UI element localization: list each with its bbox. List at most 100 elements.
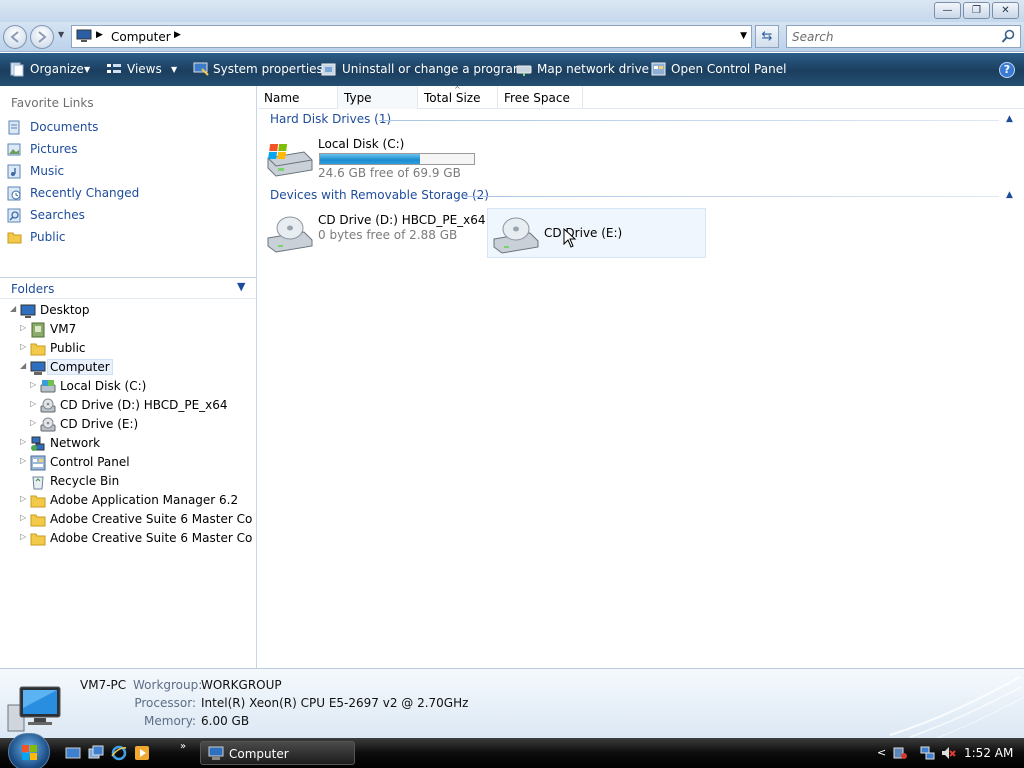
maximize-button[interactable]: ❐ <box>963 2 990 19</box>
collapsed-arrow-icon[interactable]: ▷ <box>20 456 26 465</box>
tree-item-vm7[interactable]: ▷ VM7 <box>20 321 250 340</box>
show-desktop-icon[interactable] <box>65 745 81 761</box>
collapsed-arrow-icon[interactable]: ▷ <box>20 437 26 446</box>
open-control-panel-button[interactable]: Open Control Panel <box>651 62 786 80</box>
collapse-group-icon[interactable]: ▲ <box>1006 114 1013 124</box>
folder-icon <box>30 495 46 508</box>
computer-icon <box>7 686 61 732</box>
favorite-recently-changed[interactable]: Recently Changed <box>7 185 147 203</box>
folder-icon <box>30 343 46 356</box>
favorite-searches[interactable]: Searches <box>7 207 127 225</box>
map-network-drive-icon <box>516 65 532 76</box>
tree-item-public[interactable]: ▷ Public <box>20 340 250 359</box>
computer-icon <box>30 361 46 375</box>
start-button[interactable] <box>8 733 50 768</box>
address-bar[interactable]: ▶ Computer ▶ ▼ <box>71 25 752 48</box>
column-total-size[interactable]: Total Size <box>418 86 498 109</box>
tree-item-computer[interactable]: ◢ Computer <box>20 359 250 378</box>
collapsed-arrow-icon[interactable]: ▷ <box>20 342 26 351</box>
group-hard-disk-drives[interactable]: Hard Disk Drives (1) <box>270 112 391 130</box>
volume-muted-icon[interactable] <box>940 745 956 761</box>
help-icon[interactable]: ? <box>999 62 1015 78</box>
collapsed-arrow-icon[interactable]: ▷ <box>30 418 36 427</box>
device-tray-icon[interactable] <box>892 745 908 761</box>
tree-item-local-disk-c[interactable]: ▷ Local Disk (C:) <box>30 378 250 397</box>
recently-changed-icon <box>7 186 21 201</box>
documents-icon <box>8 120 20 135</box>
windows-logo-icon <box>22 745 37 760</box>
tree-item-adobe-creative-suite-2[interactable]: ▷ Adobe Creative Suite 6 Master Collecti <box>20 530 252 549</box>
back-button[interactable] <box>3 25 27 49</box>
cd-drive-icon <box>267 216 313 253</box>
tree-item-desktop[interactable]: ◢ Desktop <box>10 302 250 321</box>
internet-explorer-icon[interactable] <box>111 745 127 761</box>
collapsed-arrow-icon[interactable]: ▷ <box>20 513 26 522</box>
favorite-pictures[interactable]: Pictures <box>7 141 127 159</box>
tree-item-adobe-application-manager[interactable]: ▷ Adobe Application Manager 6.2 <box>20 492 252 511</box>
breadcrumb-separator-icon[interactable]: ▶ <box>174 30 181 40</box>
favorite-links-header: Favorite Links <box>11 96 94 110</box>
close-button[interactable]: ✕ <box>992 2 1019 19</box>
expanded-arrow-icon[interactable]: ◢ <box>20 361 26 370</box>
expanded-arrow-icon[interactable]: ◢ <box>10 304 16 313</box>
media-player-icon[interactable] <box>134 745 150 761</box>
collapsed-arrow-icon[interactable]: ▷ <box>20 532 26 541</box>
favorite-documents[interactable]: Documents <box>7 119 127 137</box>
tree-item-cd-drive-e[interactable]: ▷ CD Drive (E:) <box>30 416 250 435</box>
user-folder-icon <box>31 322 45 338</box>
drive-cd-d[interactable]: CD Drive (D:) HBCD_PE_x64 0 bytes free o… <box>262 208 486 258</box>
chevron-down-icon[interactable]: ▼ <box>237 280 245 293</box>
column-type[interactable]: Type ^ <box>338 85 461 109</box>
tree-item-adobe-creative-suite-1[interactable]: ▷ Adobe Creative Suite 6 Master Collecti <box>20 511 252 530</box>
processor-label: Processor: <box>134 696 196 710</box>
search-input[interactable]: Search <box>786 25 1021 48</box>
command-bar: Organize ▼ Views ▼ System properties Uni… <box>0 53 1024 86</box>
uninstall-program-button[interactable]: Uninstall or change a program <box>321 62 525 80</box>
collapse-group-icon[interactable]: ▲ <box>1006 190 1013 200</box>
mouse-cursor-icon <box>563 228 577 248</box>
collapsed-arrow-icon[interactable]: ▷ <box>20 323 26 332</box>
column-name[interactable]: Name <box>258 86 338 109</box>
views-button[interactable]: Views ▼ <box>106 62 181 80</box>
show-hidden-icons-button[interactable]: < <box>877 746 886 759</box>
address-dropdown-icon[interactable]: ▼ <box>740 31 747 41</box>
folder-icon <box>30 533 46 546</box>
taskbar-button-computer[interactable]: Computer <box>200 741 355 765</box>
system-properties-button[interactable]: System properties <box>193 62 323 80</box>
organize-button[interactable]: Organize ▼ <box>9 62 94 80</box>
favorite-public[interactable]: Public <box>7 229 127 247</box>
folders-header[interactable]: Folders ▼ <box>0 277 256 299</box>
map-network-drive-button[interactable]: Map network drive <box>516 62 649 80</box>
switch-windows-icon[interactable] <box>88 745 104 761</box>
searches-icon <box>7 208 21 223</box>
collapsed-arrow-icon[interactable]: ▷ <box>30 399 36 408</box>
forward-button[interactable] <box>30 25 54 49</box>
group-removable-storage[interactable]: Devices with Removable Storage (2) <box>270 188 489 206</box>
collapsed-arrow-icon[interactable]: ▷ <box>20 494 26 503</box>
drive-local-disk-c[interactable]: Local Disk (C:) 24.6 GB free of 69.9 GB <box>262 132 482 182</box>
title-bar: — ❐ ✕ <box>0 0 1024 22</box>
recent-pages-dropdown-icon[interactable]: ▼ <box>58 30 64 39</box>
tree-item-network[interactable]: ▷ Network <box>20 435 250 454</box>
tree-item-cd-drive-d[interactable]: ▷ CD Drive (D:) HBCD_PE_x64 <box>30 397 250 416</box>
memory-value: 6.00 GB <box>201 714 250 728</box>
refresh-button[interactable]: ⇆ <box>755 25 779 48</box>
column-free-space[interactable]: Free Space <box>498 86 583 109</box>
breadcrumb-computer[interactable]: Computer <box>111 30 171 44</box>
tree-item-control-panel[interactable]: ▷ Control Panel <box>20 454 250 473</box>
search-icon[interactable] <box>1001 29 1016 44</box>
computer-icon <box>76 29 92 42</box>
clock[interactable]: 1:52 AM <box>964 746 1013 760</box>
processor-value: Intel(R) Xeon(R) CPU E5-2697 v2 @ 2.70GH… <box>201 696 469 710</box>
tree-item-recycle-bin[interactable]: Recycle Bin <box>20 473 250 492</box>
minimize-button[interactable]: — <box>934 2 961 19</box>
quick-launch-more-icon[interactable]: » <box>180 741 186 752</box>
cd-drive-icon <box>493 217 539 254</box>
collapsed-arrow-icon[interactable]: ▷ <box>30 380 36 389</box>
taskbar: » Computer < 1:52 AM <box>0 733 1024 768</box>
network-status-icon[interactable] <box>920 745 936 761</box>
breadcrumb-separator-icon[interactable]: ▶ <box>96 30 103 40</box>
drive-cd-e[interactable]: CD Drive (E:) <box>487 208 706 258</box>
navigation-pane: Favorite Links Documents Pictures Music … <box>0 86 257 668</box>
favorite-music[interactable]: Music <box>7 163 127 181</box>
